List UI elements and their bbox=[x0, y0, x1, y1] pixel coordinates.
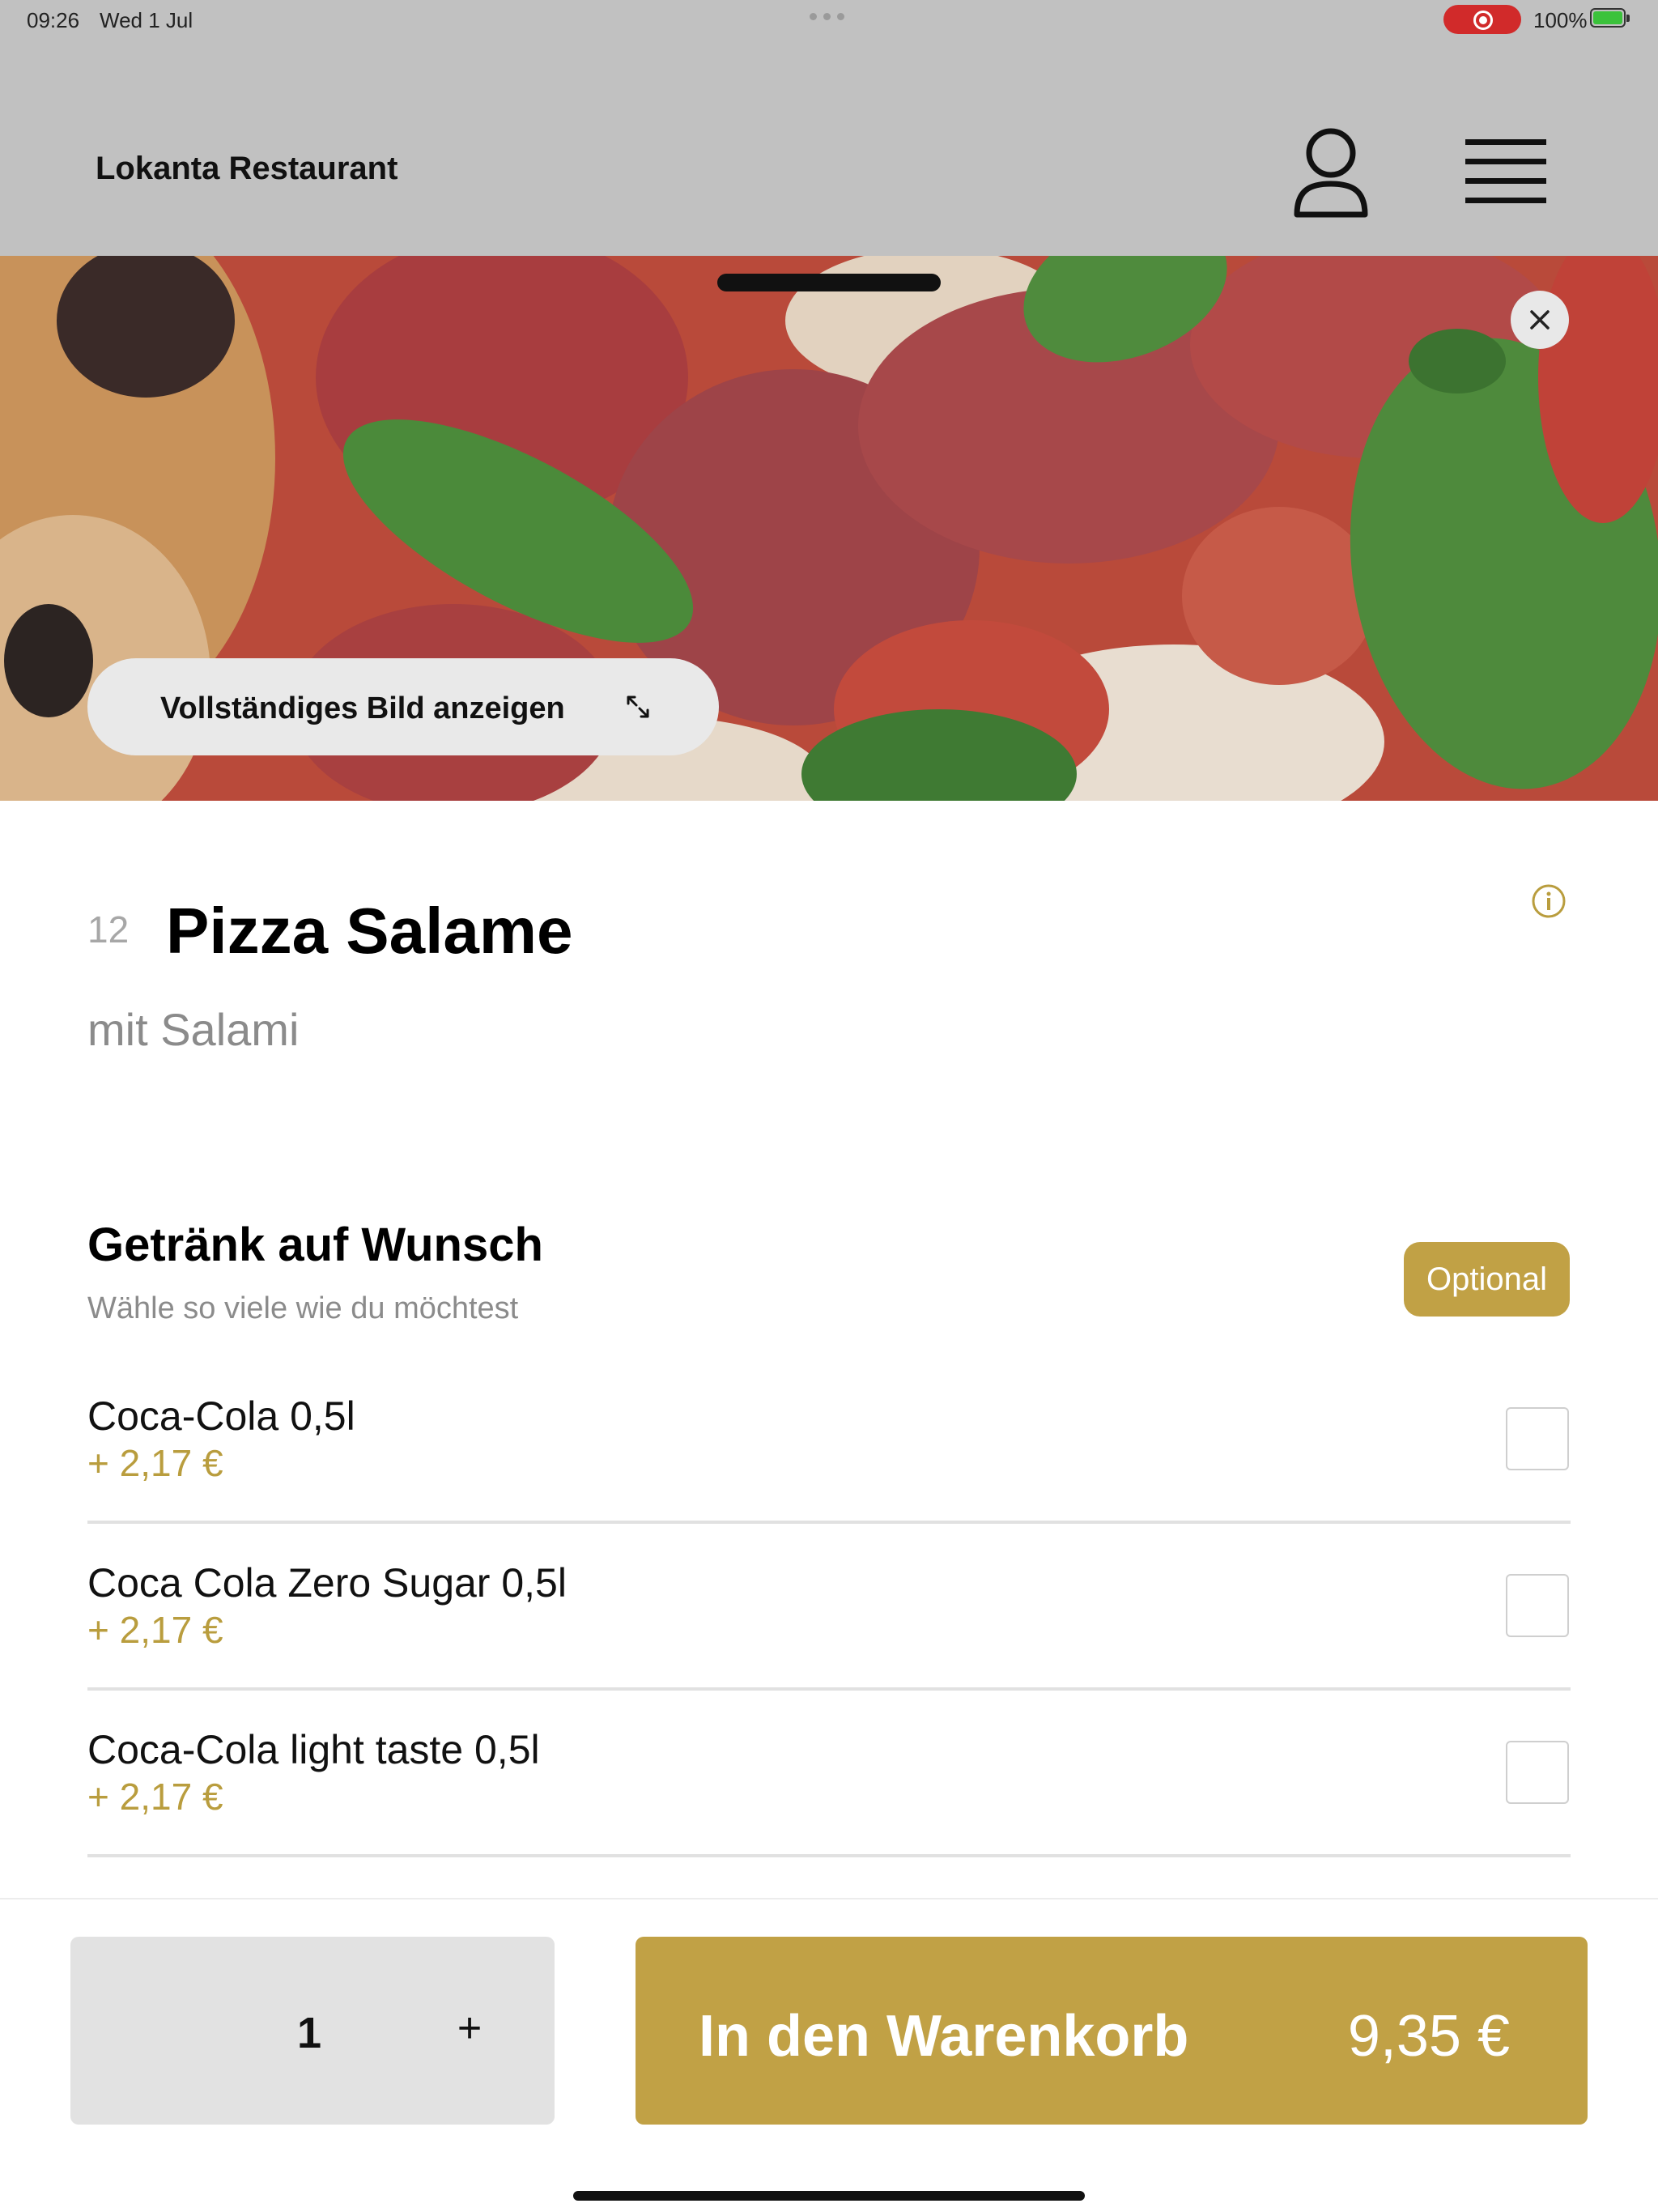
add-to-cart-button[interactable]: In den Warenkorb 9,35 € bbox=[636, 1937, 1588, 2125]
quantity-value: 1 bbox=[297, 2009, 322, 2057]
sheet-grabber-handle[interactable] bbox=[717, 274, 941, 291]
option-name: Coca-Cola 0,5l bbox=[87, 1393, 355, 1439]
close-icon[interactable] bbox=[1511, 291, 1569, 349]
option-row[interactable]: Coca-Cola 0,5l + 2,17 € bbox=[87, 1357, 1571, 1524]
expand-arrows-icon bbox=[622, 691, 654, 723]
product-image[interactable]: Vollständiges Bild anzeigen bbox=[0, 256, 1658, 801]
screen-recording-icon[interactable] bbox=[1443, 5, 1521, 34]
multitasking-dots-icon[interactable] bbox=[810, 13, 844, 20]
optional-badge: Optional bbox=[1404, 1242, 1570, 1317]
option-row[interactable]: Coca Cola Zero Sugar 0,5l + 2,17 € bbox=[87, 1524, 1571, 1691]
option-name: Coca-Cola light taste 0,5l bbox=[87, 1727, 540, 1772]
product-title: Pizza Salame bbox=[166, 895, 573, 967]
show-full-image-button[interactable]: Vollständiges Bild anzeigen bbox=[87, 658, 719, 755]
home-indicator[interactable] bbox=[573, 2191, 1085, 2201]
hamburger-menu-icon[interactable] bbox=[1464, 136, 1548, 209]
option-group-hint: Wähle so viele wie du möchtest bbox=[87, 1291, 519, 1325]
app-root: 09:26 Wed 1 Jul 100% Lokanta Restaurant bbox=[0, 0, 1658, 2212]
user-icon[interactable] bbox=[1292, 124, 1370, 221]
option-price: + 2,17 € bbox=[87, 1776, 223, 1818]
status-date: Wed 1 Jul bbox=[100, 8, 193, 32]
option-group-title: Getränk auf Wunsch bbox=[87, 1219, 543, 1271]
option-checkbox[interactable] bbox=[1506, 1574, 1569, 1637]
app-header: Lokanta Restaurant bbox=[0, 39, 1658, 257]
footer-action-bar: 1 + In den Warenkorb 9,35 € bbox=[0, 1898, 1658, 2212]
option-checkbox[interactable] bbox=[1506, 1407, 1569, 1470]
status-bar: 09:26 Wed 1 Jul 100% bbox=[0, 0, 1658, 39]
quantity-plus-button[interactable]: + bbox=[441, 2000, 498, 2057]
option-row[interactable]: Coca-Cola light taste 0,5l + 2,17 € bbox=[87, 1691, 1571, 1857]
option-price: + 2,17 € bbox=[87, 1609, 223, 1651]
product-description: mit Salami bbox=[87, 1004, 300, 1055]
info-icon[interactable] bbox=[1530, 883, 1567, 920]
battery-percentage: 100% bbox=[1533, 8, 1588, 32]
product-number: 12 bbox=[87, 908, 130, 951]
option-name: Coca Cola Zero Sugar 0,5l bbox=[87, 1560, 567, 1606]
show-full-image-label: Vollständiges Bild anzeigen bbox=[160, 691, 565, 725]
cart-total-price: 9,35 € bbox=[1347, 2004, 1510, 2069]
restaurant-name[interactable]: Lokanta Restaurant bbox=[96, 151, 397, 187]
option-checkbox[interactable] bbox=[1506, 1741, 1569, 1804]
add-to-cart-label: In den Warenkorb bbox=[699, 2004, 1189, 2069]
battery-icon bbox=[1590, 8, 1630, 28]
option-price: + 2,17 € bbox=[87, 1442, 223, 1484]
status-time: 09:26 bbox=[27, 8, 80, 32]
quantity-stepper[interactable]: 1 + bbox=[70, 1937, 555, 2125]
